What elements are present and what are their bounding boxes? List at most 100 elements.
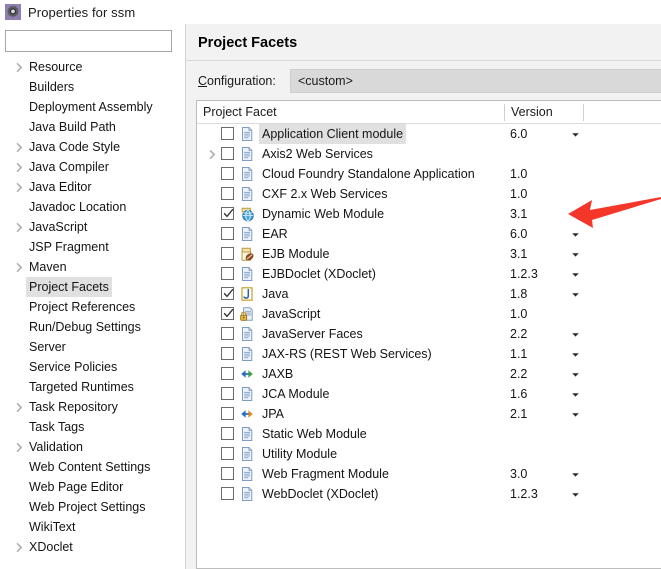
facet-checkbox[interactable] [221, 387, 234, 400]
chevron-down-icon[interactable] [571, 124, 580, 144]
sidebar-item-wikitext[interactable]: WikiText [0, 517, 180, 537]
sidebar-item-targeted-runtimes[interactable]: Targeted Runtimes [0, 377, 180, 397]
sidebar-item-javadoc-location[interactable]: Javadoc Location [0, 197, 180, 217]
table-row[interactable]: Dynamic Web Module3.1 [197, 204, 661, 224]
chevron-right-icon[interactable] [12, 177, 26, 197]
facet-checkbox[interactable] [221, 447, 234, 460]
facet-checkbox[interactable] [221, 207, 234, 220]
facet-checkbox[interactable] [221, 427, 234, 440]
filter-input[interactable] [5, 30, 172, 52]
chevron-down-icon[interactable] [571, 324, 580, 344]
sidebar-item-project-facets[interactable]: Project Facets [0, 277, 180, 297]
configuration-dropdown[interactable]: <custom> [290, 69, 661, 93]
sidebar-item-task-tags[interactable]: Task Tags [0, 417, 180, 437]
chevron-down-icon[interactable] [571, 224, 580, 244]
chevron-down-icon[interactable] [571, 244, 580, 264]
chevron-right-icon[interactable] [12, 137, 26, 157]
chevron-right-icon[interactable] [12, 157, 26, 177]
sidebar-item-java-code-style[interactable]: Java Code Style [0, 137, 180, 157]
chevron-down-icon[interactable] [571, 344, 580, 364]
sidebar-item-task-repository[interactable]: Task Repository [0, 397, 180, 417]
sidebar-item-service-policies[interactable]: Service Policies [0, 357, 180, 377]
chevron-down-icon[interactable] [571, 484, 580, 504]
chevron-down-icon[interactable] [571, 264, 580, 284]
tree-spacer [12, 337, 26, 357]
facet-checkbox[interactable] [221, 367, 234, 380]
facet-name: EJBDoclet (XDoclet) [259, 264, 379, 284]
facet-name: JAXB [259, 364, 296, 384]
sidebar-item-deployment-assembly[interactable]: Deployment Assembly [0, 97, 180, 117]
facet-checkbox[interactable] [221, 267, 234, 280]
facet-checkbox[interactable] [221, 307, 234, 320]
table-row[interactable]: JavaServer Faces2.2 [197, 324, 661, 344]
table-row[interactable]: Java1.8 [197, 284, 661, 304]
sidebar-item-label: WikiText [26, 517, 79, 537]
sidebar-item-web-page-editor[interactable]: Web Page Editor [0, 477, 180, 497]
column-header-version[interactable]: Version [505, 101, 583, 124]
sidebar-item-maven[interactable]: Maven [0, 257, 180, 277]
facet-checkbox[interactable] [221, 167, 234, 180]
facet-checkbox[interactable] [221, 227, 234, 240]
facet-checkbox[interactable] [221, 487, 234, 500]
sidebar-item-java-editor[interactable]: Java Editor [0, 177, 180, 197]
sidebar-item-javascript[interactable]: JavaScript [0, 217, 180, 237]
sidebar-item-label: Maven [26, 257, 70, 277]
table-row[interactable]: WebDoclet (XDoclet)1.2.3 [197, 484, 661, 504]
table-row[interactable]: CXF 2.x Web Services1.0 [197, 184, 661, 204]
tree-spacer [12, 317, 26, 337]
facet-checkbox[interactable] [221, 247, 234, 260]
sidebar-item-run-debug-settings[interactable]: Run/Debug Settings [0, 317, 180, 337]
facet-checkbox[interactable] [221, 467, 234, 480]
chevron-down-icon[interactable] [571, 384, 580, 404]
table-row[interactable]: JCA Module1.6 [197, 384, 661, 404]
chevron-right-icon[interactable] [205, 144, 219, 164]
sidebar-item-java-build-path[interactable]: Java Build Path [0, 117, 180, 137]
sidebar-item-validation[interactable]: Validation [0, 437, 180, 457]
table-row[interactable]: JavaScript1.0 [197, 304, 661, 324]
chevron-down-icon[interactable] [571, 364, 580, 384]
column-header-extra[interactable] [584, 101, 661, 124]
document-icon [239, 346, 255, 362]
table-row[interactable]: EJBDoclet (XDoclet)1.2.3 [197, 264, 661, 284]
chevron-right-icon[interactable] [12, 437, 26, 457]
table-row[interactable]: JPA2.1 [197, 404, 661, 424]
table-row[interactable]: Web Fragment Module3.0 [197, 464, 661, 484]
sidebar-item-project-references[interactable]: Project References [0, 297, 180, 317]
table-row[interactable]: EAR6.0 [197, 224, 661, 244]
tree-spacer [12, 197, 26, 217]
table-row[interactable]: Utility Module [197, 444, 661, 464]
chevron-down-icon[interactable] [571, 284, 580, 304]
column-header-project-facet[interactable]: Project Facet [197, 101, 504, 124]
chevron-down-icon[interactable] [571, 404, 580, 424]
chevron-right-icon[interactable] [12, 217, 26, 237]
facet-checkbox[interactable] [221, 407, 234, 420]
facet-checkbox[interactable] [221, 327, 234, 340]
sidebar-item-resource[interactable]: Resource [0, 57, 180, 77]
sidebar-item-web-project-settings[interactable]: Web Project Settings [0, 497, 180, 517]
facet-checkbox[interactable] [221, 347, 234, 360]
facet-checkbox[interactable] [221, 287, 234, 300]
sidebar-item-xdoclet[interactable]: XDoclet [0, 537, 180, 557]
sidebar-item-java-compiler[interactable]: Java Compiler [0, 157, 180, 177]
configuration-row: Configuration: <custom> [186, 69, 661, 95]
sidebar-item-builders[interactable]: Builders [0, 77, 180, 97]
table-row[interactable]: Static Web Module [197, 424, 661, 444]
table-row[interactable]: Cloud Foundry Standalone Application1.0 [197, 164, 661, 184]
sidebar-item-jsp-fragment[interactable]: JSP Fragment [0, 237, 180, 257]
chevron-down-icon[interactable] [571, 464, 580, 484]
table-row[interactable]: Axis2 Web Services [197, 144, 661, 164]
chevron-right-icon[interactable] [12, 57, 26, 77]
facet-table: Project Facet Version Application Client… [196, 100, 661, 569]
table-row[interactable]: Application Client module6.0 [197, 124, 661, 144]
facet-checkbox[interactable] [221, 147, 234, 160]
table-row[interactable]: EJB Module3.1 [197, 244, 661, 264]
chevron-right-icon[interactable] [12, 397, 26, 417]
facet-checkbox[interactable] [221, 187, 234, 200]
table-row[interactable]: JAX-RS (REST Web Services)1.1 [197, 344, 661, 364]
table-row[interactable]: JAXB2.2 [197, 364, 661, 384]
chevron-right-icon[interactable] [12, 537, 26, 557]
facet-checkbox[interactable] [221, 127, 234, 140]
sidebar-item-web-content-settings[interactable]: Web Content Settings [0, 457, 180, 477]
sidebar-item-server[interactable]: Server [0, 337, 180, 357]
chevron-right-icon[interactable] [12, 257, 26, 277]
